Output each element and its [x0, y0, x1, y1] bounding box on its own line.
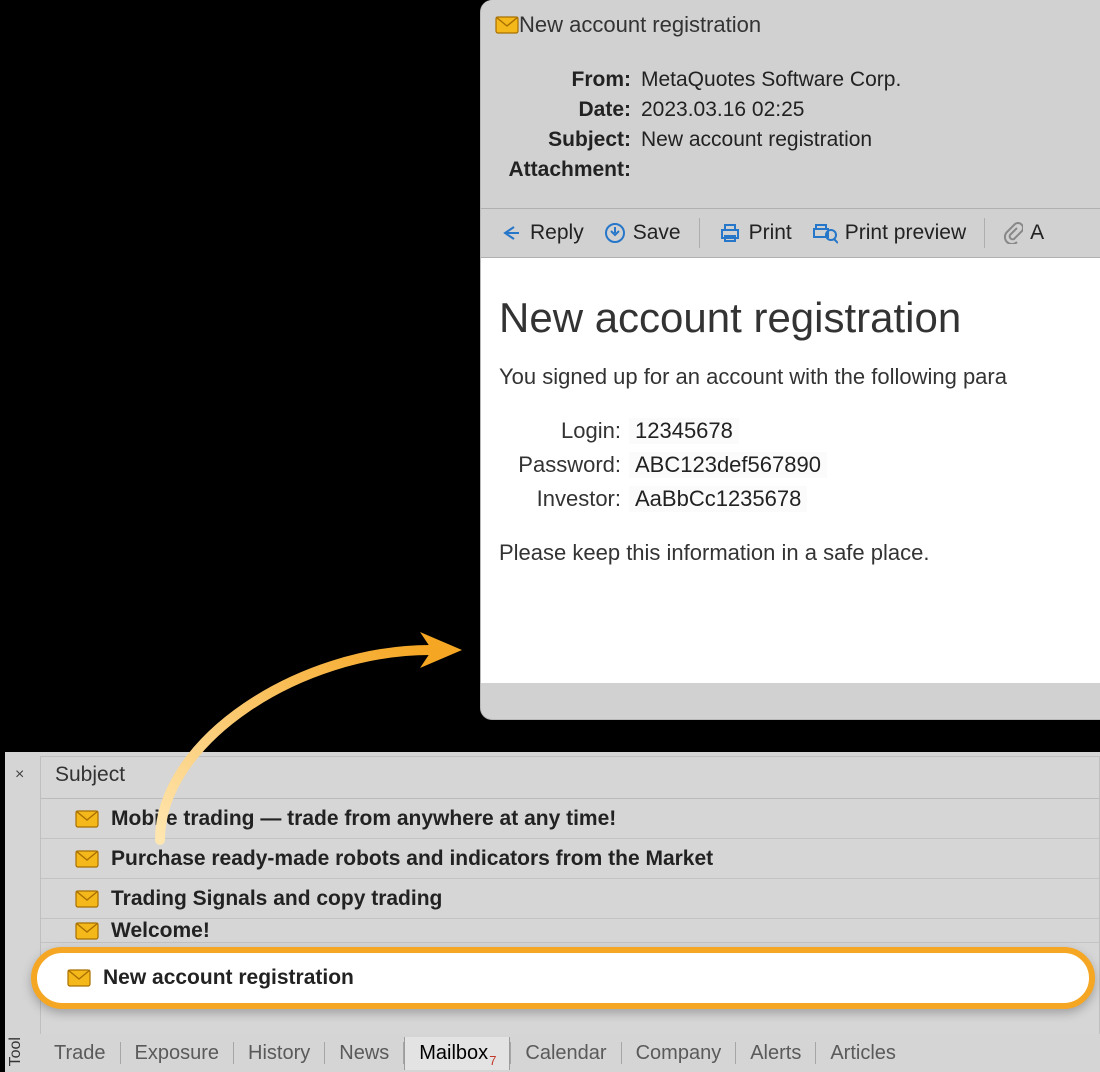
print-button[interactable]: Print [708, 217, 802, 249]
save-label: Save [633, 221, 681, 245]
login-label: Login: [509, 418, 629, 444]
attach-label-fragment: A [1030, 221, 1044, 245]
mailbox-badge: 7 [489, 1053, 496, 1068]
toolbox-panel: × Tool Subject Mobile trading — trade fr… [5, 752, 1100, 1072]
save-icon [604, 222, 626, 244]
investor-value: AaBbCc1235678 [629, 486, 807, 512]
tab-company[interactable]: Company [622, 1037, 736, 1070]
toolbox-close-button[interactable]: × [15, 766, 24, 784]
mail-list-item[interactable]: Trading Signals and copy trading [41, 879, 1099, 919]
mail-icon [67, 969, 91, 987]
tab-calendar[interactable]: Calendar [511, 1037, 620, 1070]
print-preview-label: Print preview [845, 221, 966, 245]
tab-mailbox[interactable]: Mailbox7 [404, 1037, 510, 1070]
mail-icon [75, 850, 99, 868]
mail-icon [495, 16, 519, 34]
body-intro: You signed up for an account with the fo… [499, 364, 1082, 390]
mail-item-subject: New account registration [103, 966, 354, 990]
mail-icon [75, 810, 99, 828]
mail-list-item[interactable]: Mobile trading — trade from anywhere at … [41, 799, 1099, 839]
date-label: Date: [501, 98, 641, 122]
mail-list-header[interactable]: Subject [41, 757, 1099, 799]
tab-exposure[interactable]: Exposure [121, 1037, 234, 1070]
mail-list-panel: Subject Mobile trading — trade from anyw… [40, 756, 1100, 1036]
from-value: MetaQuotes Software Corp. [641, 68, 901, 92]
message-title: New account registration [519, 12, 761, 38]
tab-alerts[interactable]: Alerts [736, 1037, 815, 1070]
attachment-label: Attachment: [501, 158, 641, 182]
credentials-table: Login: 12345678 Password: ABC123def56789… [509, 418, 1082, 512]
toolbar-separator [984, 218, 985, 248]
mail-item-subject: Purchase ready-made robots and indicator… [111, 847, 713, 871]
login-value: 12345678 [629, 418, 739, 444]
paperclip-icon [1003, 222, 1023, 244]
reply-icon [501, 224, 523, 242]
password-label: Password: [509, 452, 629, 478]
safe-note: Please keep this information in a safe p… [499, 540, 1082, 566]
mail-item-subject: Trading Signals and copy trading [111, 887, 442, 911]
from-label: From: [501, 68, 641, 92]
print-icon [718, 222, 742, 244]
message-header: From: MetaQuotes Software Corp. Date: 20… [481, 50, 1100, 208]
print-label: Print [749, 221, 792, 245]
mail-list-item[interactable]: Purchase ready-made robots and indicator… [41, 839, 1099, 879]
mail-item-subject: Welcome! [111, 919, 210, 943]
message-body: New account registration You signed up f… [481, 258, 1100, 683]
tab-history[interactable]: History [234, 1037, 324, 1070]
mail-item-subject: Mobile trading — trade from anywhere at … [111, 807, 616, 831]
mail-list-item[interactable]: Welcome! [41, 919, 1099, 943]
tab-news[interactable]: News [325, 1037, 403, 1070]
tab-mailbox-label: Mailbox [419, 1042, 488, 1064]
subject-label: Subject: [501, 128, 641, 152]
date-value: 2023.03.16 02:25 [641, 98, 805, 122]
print-preview-button[interactable]: Print preview [802, 217, 976, 249]
mail-icon [75, 922, 99, 940]
print-preview-icon [812, 222, 838, 244]
body-heading: New account registration [499, 294, 1082, 342]
save-button[interactable]: Save [594, 217, 691, 249]
message-window: New account registration From: MetaQuote… [480, 0, 1100, 720]
message-toolbar: Reply Save Print Print preview A [481, 208, 1100, 258]
toolbox-vertical-label: Tool [7, 1037, 29, 1066]
subject-value: New account registration [641, 128, 872, 152]
mail-list-item-highlighted[interactable]: New account registration [31, 947, 1095, 1009]
toolbar-separator [699, 218, 700, 248]
reply-button[interactable]: Reply [491, 217, 594, 249]
message-titlebar[interactable]: New account registration [481, 0, 1100, 50]
password-value: ABC123def567890 [629, 452, 827, 478]
attach-button[interactable]: A [993, 217, 1054, 249]
tab-trade[interactable]: Trade [40, 1037, 120, 1070]
tab-articles[interactable]: Articles [816, 1037, 910, 1070]
investor-label: Investor: [509, 486, 629, 512]
reply-label: Reply [530, 221, 584, 245]
mail-icon [75, 890, 99, 908]
toolbox-tabstrip: Trade Exposure History News Mailbox7 Cal… [40, 1034, 1100, 1072]
